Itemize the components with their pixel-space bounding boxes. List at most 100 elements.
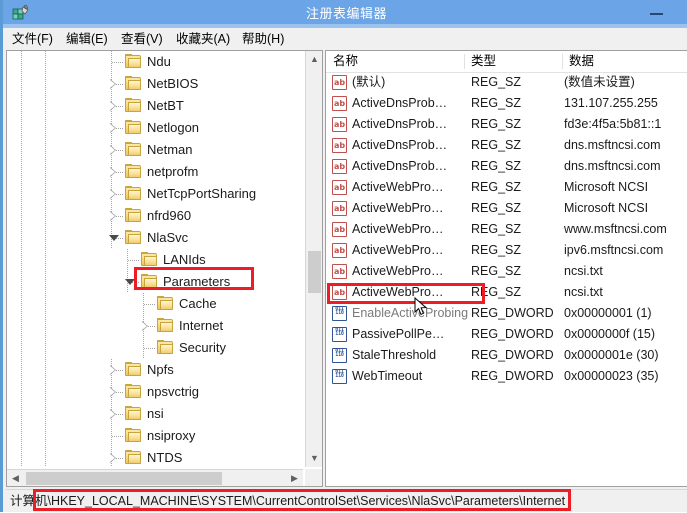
values-column-header: 名称 类型 数据 bbox=[326, 51, 687, 73]
value-data: (数值未设置) bbox=[564, 75, 635, 89]
value-row[interactable]: ab ActiveWebPro… REG_SZ Microsoft NCSI bbox=[326, 177, 687, 198]
expand-arrow-icon[interactable] bbox=[109, 123, 119, 133]
tree-item-nsi[interactable]: nsi bbox=[7, 403, 303, 425]
dword-value-icon: 011 110 bbox=[332, 369, 347, 384]
tree-horizontal-scrollbar[interactable]: ◀ ▶ bbox=[7, 469, 303, 486]
expand-arrow-icon[interactable] bbox=[109, 167, 119, 177]
expand-arrow-icon[interactable] bbox=[109, 145, 119, 155]
expand-arrow-icon[interactable] bbox=[141, 321, 151, 331]
tree-item-security[interactable]: Security bbox=[7, 337, 303, 359]
tree-item-label: netprofm bbox=[147, 164, 199, 179]
string-value-icon: ab bbox=[332, 222, 347, 237]
expand-arrow-icon[interactable] bbox=[109, 211, 119, 221]
tree-item-label: Netman bbox=[147, 142, 193, 157]
folder-icon bbox=[125, 76, 141, 91]
tree-item-netbios[interactable]: NetBIOS bbox=[7, 73, 303, 95]
value-row[interactable]: 011 110 WebTimeout REG_DWORD 0x00000023 (35… bbox=[326, 366, 687, 387]
tree-item-lanids[interactable]: LANIds bbox=[7, 249, 303, 271]
registry-editor-window: 注册表编辑器 文件(F) 编辑(E) 查看(V) 收藏夹(A) 帮助(H) Nd… bbox=[0, 0, 687, 512]
collapse-arrow-icon[interactable] bbox=[125, 277, 135, 287]
tree-item-ndu[interactable]: Ndu bbox=[7, 51, 303, 73]
registry-path-text: 计算机\HKEY_LOCAL_MACHINE\SYSTEM\CurrentCon… bbox=[10, 494, 566, 508]
tree-item-netlogon[interactable]: Netlogon bbox=[7, 117, 303, 139]
tree-item-label: Parameters bbox=[163, 274, 231, 289]
value-data: 0x00000023 (35) bbox=[564, 369, 659, 383]
expand-arrow-icon[interactable] bbox=[109, 79, 119, 89]
menu-help[interactable]: 帮助(H) bbox=[237, 28, 289, 50]
folder-icon bbox=[125, 362, 141, 377]
expand-arrow-icon[interactable] bbox=[109, 453, 119, 463]
tree-vertical-scrollbar[interactable]: ▲ ▼ bbox=[305, 51, 322, 467]
tree-item-netman[interactable]: Netman bbox=[7, 139, 303, 161]
value-row[interactable]: ab ActiveWebPro… REG_SZ Microsoft NCSI bbox=[326, 198, 687, 219]
string-value-icon: ab bbox=[332, 201, 347, 216]
tree-item-nlasvc[interactable]: NlaSvc bbox=[7, 227, 303, 249]
tree-item-ntds[interactable]: NTDS bbox=[7, 447, 303, 467]
value-data: Microsoft NCSI bbox=[564, 180, 649, 194]
tree-item-npsvctrig[interactable]: npsvctrig bbox=[7, 381, 303, 403]
value-row[interactable]: 011 110 StaleThreshold REG_DWORD 0x0000001e… bbox=[326, 345, 687, 366]
menu-view[interactable]: 查看(V) bbox=[116, 28, 168, 50]
menu-file[interactable]: 文件(F) bbox=[7, 28, 58, 50]
tree-item-netbt[interactable]: NetBT bbox=[7, 95, 303, 117]
tree-hscroll-thumb[interactable] bbox=[26, 472, 222, 485]
string-value-icon: ab bbox=[332, 285, 347, 300]
value-row[interactable]: ab ActiveWebPro… REG_SZ ncsi.txt bbox=[326, 261, 687, 282]
tree-item-label: Ndu bbox=[147, 54, 171, 69]
value-name: ActiveDnsProb… bbox=[352, 96, 448, 110]
tree-item-nettcpportsharing[interactable]: NetTcpPortSharing bbox=[7, 183, 303, 205]
tree-scroll-corner bbox=[305, 469, 322, 486]
value-row[interactable]: ab ActiveDnsProb… REG_SZ fd3e:4f5a:5b81::1 bbox=[326, 114, 687, 135]
tree-item-nsiproxy[interactable]: nsiproxy bbox=[7, 425, 303, 447]
dword-value-icon: 011 110 bbox=[332, 348, 347, 363]
expand-arrow-icon[interactable] bbox=[109, 101, 119, 111]
value-row[interactable]: ab ActiveDnsProb… REG_SZ 131.107.255.255 bbox=[326, 93, 687, 114]
expand-arrow-icon[interactable] bbox=[109, 409, 119, 419]
value-row[interactable]: 011 110 PassivePollPe… REG_DWORD 0x0000000f… bbox=[326, 324, 687, 345]
tree-guide-lines bbox=[7, 337, 303, 359]
string-value-icon: ab bbox=[332, 243, 347, 258]
tree-item-internet[interactable]: Internet bbox=[7, 315, 303, 337]
tree-item-label: NetBIOS bbox=[147, 76, 199, 91]
expand-arrow-icon[interactable] bbox=[109, 387, 119, 397]
value-row[interactable]: ab ActiveWebPro… REG_SZ ipv6.msftncsi.com bbox=[326, 240, 687, 261]
tree-vscroll-thumb[interactable] bbox=[308, 251, 321, 293]
string-value-icon: ab bbox=[332, 75, 347, 90]
scroll-right-icon[interactable]: ▶ bbox=[286, 470, 303, 486]
value-row[interactable]: ab (默认) REG_SZ (数值未设置) bbox=[326, 72, 687, 93]
value-name: ActiveWebPro… bbox=[352, 222, 444, 236]
menu-edit[interactable]: 编辑(E) bbox=[61, 28, 113, 50]
tree-item-cache[interactable]: Cache bbox=[7, 293, 303, 315]
value-name: ActiveDnsProb… bbox=[352, 117, 448, 131]
tree-item-parameters[interactable]: Parameters bbox=[7, 271, 303, 293]
value-type: REG_SZ bbox=[471, 264, 522, 278]
folder-icon bbox=[125, 186, 141, 201]
minimize-icon bbox=[650, 13, 663, 15]
column-header-type[interactable]: 类型 bbox=[464, 51, 562, 72]
tree-item-netprofm[interactable]: netprofm bbox=[7, 161, 303, 183]
string-value-icon: ab bbox=[332, 264, 347, 279]
scroll-down-icon[interactable]: ▼ bbox=[306, 450, 322, 467]
column-header-name[interactable]: 名称 bbox=[326, 51, 464, 72]
value-type: REG_DWORD bbox=[471, 369, 554, 383]
value-row[interactable]: ab ActiveWebPro… REG_SZ ncsi.txt bbox=[326, 282, 687, 303]
tree-item-nfrd960[interactable]: nfrd960 bbox=[7, 205, 303, 227]
collapse-arrow-icon[interactable] bbox=[109, 233, 119, 243]
scroll-up-icon[interactable]: ▲ bbox=[306, 51, 322, 68]
folder-icon bbox=[157, 296, 173, 311]
column-header-data[interactable]: 数据 bbox=[562, 51, 687, 72]
tree-item-label: nfrd960 bbox=[147, 208, 192, 223]
value-row[interactable]: ab ActiveWebPro… REG_SZ www.msftncsi.com bbox=[326, 219, 687, 240]
value-data: ncsi.txt bbox=[564, 285, 603, 299]
value-name: ActiveWebPro… bbox=[352, 264, 444, 278]
tree-item-npfs[interactable]: Npfs bbox=[7, 359, 303, 381]
menu-favorites[interactable]: 收藏夹(A) bbox=[171, 28, 235, 50]
value-data: fd3e:4f5a:5b81::1 bbox=[564, 117, 662, 131]
value-row[interactable]: 011 110 EnableActiveProbing REG_DWORD 0x000… bbox=[326, 303, 687, 324]
value-row[interactable]: ab ActiveDnsProb… REG_SZ dns.msftncsi.com bbox=[326, 156, 687, 177]
expand-arrow-icon[interactable] bbox=[109, 189, 119, 199]
scroll-left-icon[interactable]: ◀ bbox=[7, 470, 24, 486]
value-row[interactable]: ab ActiveDnsProb… REG_SZ dns.msftncsi.com bbox=[326, 135, 687, 156]
value-type: REG_SZ bbox=[471, 285, 522, 299]
expand-arrow-icon[interactable] bbox=[109, 365, 119, 375]
